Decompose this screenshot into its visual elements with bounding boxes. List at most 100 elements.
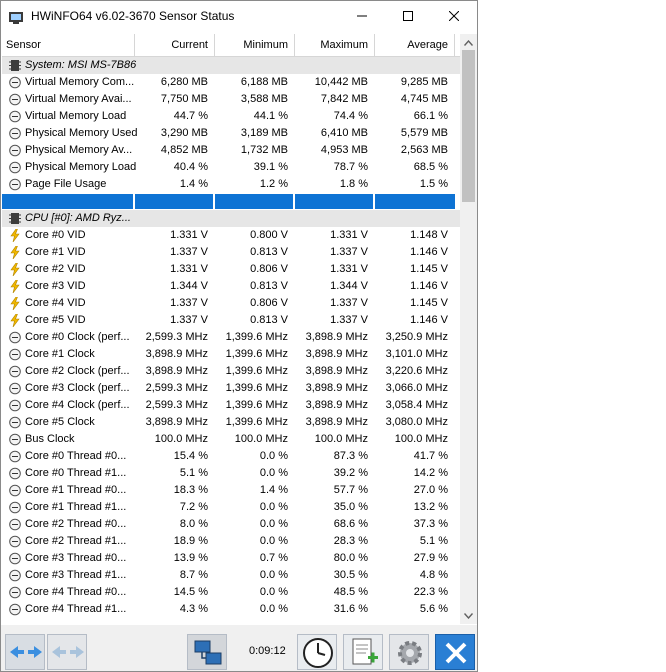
vertical-scrollbar[interactable]: [460, 34, 477, 624]
network-button[interactable]: [187, 634, 227, 670]
maximum-value: 10,442 MB: [314, 76, 368, 88]
memory-gauge-icon: [9, 76, 21, 89]
scroll-down-icon[interactable]: [464, 613, 473, 619]
maximum-value: 6,410 MB: [320, 127, 368, 139]
sensor-row[interactable]: Core #4 Clock (perf... 2,599.3 MHz 1,399.6…: [2, 397, 460, 414]
sensor-row[interactable]: Bus Clock 100.0 MHz 100.0 MHz 100.0 MHz 100.…: [2, 431, 460, 448]
sensor-list[interactable]: System: MSI MS-7B86 Virtual Memory Com...…: [2, 57, 460, 623]
scroll-up-icon[interactable]: [464, 40, 473, 46]
sensor-row[interactable]: Core #0 Thread #1... 5.1 % 0.0 % 39.2 % 14.2…: [2, 465, 460, 482]
settings-button[interactable]: [389, 634, 429, 670]
sensor-row[interactable]: Core #4 Thread #1... 4.3 % 0.0 % 31.6 % 5.6 …: [2, 601, 460, 618]
gauge-icon: [9, 433, 21, 446]
selected-row[interactable]: [2, 193, 460, 210]
sensor-row[interactable]: Core #3 Thread #0... 13.9 % 0.7 % 80.0 % 27.…: [2, 550, 460, 567]
maximum-value: 68.6 %: [333, 518, 368, 530]
sensor-name: Core #1 Clock: [25, 348, 95, 360]
column-header-maximum[interactable]: Maximum: [295, 34, 375, 56]
memory-gauge-icon: [9, 144, 21, 157]
sensor-row[interactable]: Virtual Memory Load 44.7 % 44.1 % 74.4 % 66.…: [2, 108, 460, 125]
minimum-value: 1,399.6 MHz: [225, 331, 288, 343]
minimum-value: 6,188 MB: [240, 76, 288, 88]
maximum-value: 1.337 V: [330, 297, 368, 309]
maximum-value: 74.4 %: [333, 110, 368, 122]
logging-button[interactable]: [343, 634, 383, 670]
sensor-row[interactable]: Physical Memory Load 40.4 % 39.1 % 78.7 % 68…: [2, 159, 460, 176]
average-value: 22.3 %: [413, 586, 448, 598]
close-button[interactable]: [431, 1, 477, 32]
sensor-row[interactable]: Core #2 Thread #1... 18.9 % 0.0 % 28.3 % 5.1…: [2, 533, 460, 550]
prev-next-button[interactable]: [5, 634, 45, 670]
minimum-value: 0.0 %: [259, 586, 288, 598]
average-value: 3,220.6 MHz: [385, 365, 448, 377]
sensor-name: Core #3 VID: [25, 280, 86, 292]
minimum-value: 0.0 %: [259, 501, 288, 513]
maximum-value: 3,898.9 MHz: [305, 348, 368, 360]
sensor-row[interactable]: Core #4 Thread #0... 14.5 % 0.0 % 48.5 % 22.…: [2, 584, 460, 601]
column-header: Sensor Current Minimum Maximum Average: [2, 34, 460, 57]
sensor-name: Core #4 Thread #0...: [25, 586, 127, 598]
sensor-row[interactable]: Core #3 Thread #1... 8.7 % 0.0 % 30.5 % 4.8 …: [2, 567, 460, 584]
sensor-row[interactable]: Core #0 VID 1.331 V 0.800 V 1.331 V 1.148 V: [2, 227, 460, 244]
sensor-row[interactable]: Core #1 Thread #1... 7.2 % 0.0 % 35.0 % 13.2…: [2, 499, 460, 516]
sensor-row[interactable]: Physical Memory Used 3,290 MB 3,189 MB 6,41…: [2, 125, 460, 142]
current-value: 2,599.3 MHz: [145, 399, 208, 411]
chip-icon: [9, 60, 21, 71]
sensor-name: Physical Memory Used: [25, 127, 138, 139]
average-value: 13.2 %: [413, 501, 448, 513]
minimum-value: 0.0 %: [259, 535, 288, 547]
current-value: 1.337 V: [170, 246, 208, 258]
close-sensors-button[interactable]: [435, 634, 475, 670]
double-arrow-icon: [10, 646, 42, 658]
current-value: 3,898.9 MHz: [145, 416, 208, 428]
gauge-icon: [9, 348, 21, 361]
move-disabled-button[interactable]: [47, 634, 87, 670]
sensor-row[interactable]: Page File Usage 1.4 % 1.2 % 1.8 % 1.5 %: [2, 176, 460, 193]
sensor-row[interactable]: Core #0 Clock (perf... 2,599.3 MHz 1,399.6…: [2, 329, 460, 346]
sensor-row[interactable]: Core #2 Thread #0... 8.0 % 0.0 % 68.6 % 37.3…: [2, 516, 460, 533]
sensor-row[interactable]: Core #5 Clock 3,898.9 MHz 1,399.6 MHz 3,898…: [2, 414, 460, 431]
current-value: 18.9 %: [173, 535, 208, 547]
sensor-name: Core #2 Clock (perf...: [25, 365, 130, 377]
sensor-row[interactable]: Physical Memory Av... 4,852 MB 1,732 MB 4,9…: [2, 142, 460, 159]
sensor-row[interactable]: Virtual Memory Com... 6,280 MB 6,188 MB 10,…: [2, 74, 460, 91]
sensor-row[interactable]: Virtual Memory Avai... 7,750 MB 3,588 MB 7,…: [2, 91, 460, 108]
column-header-current[interactable]: Current: [135, 34, 215, 56]
average-value: 1.146 V: [410, 246, 448, 258]
sensor-row[interactable]: Core #2 Clock (perf... 3,898.9 MHz 1,399.6…: [2, 363, 460, 380]
sensor-name: Virtual Memory Load: [25, 110, 127, 122]
current-value: 8.7 %: [179, 569, 208, 581]
sensor-row[interactable]: Core #5 VID 1.337 V 0.813 V 1.337 V 1.146 V: [2, 312, 460, 329]
sensor-group-row[interactable]: CPU [#0]: AMD Ryz...: [2, 210, 460, 227]
sensor-row[interactable]: Core #0 Thread #0... 15.4 % 0.0 % 87.3 % 41.…: [2, 448, 460, 465]
sensor-row[interactable]: Core #2 VID 1.331 V 0.806 V 1.331 V 1.145 V: [2, 261, 460, 278]
sensor-row[interactable]: Core #3 VID 1.344 V 0.813 V 1.344 V 1.146 V: [2, 278, 460, 295]
gauge-icon: [9, 603, 21, 616]
gauge-icon: [9, 501, 21, 514]
sensor-row[interactable]: Core #3 Clock (perf... 2,599.3 MHz 1,399.6…: [2, 380, 460, 397]
minimize-button[interactable]: [339, 1, 385, 32]
maximum-value: 31.6 %: [333, 603, 368, 615]
maximize-button[interactable]: [385, 1, 431, 32]
sensor-name: Core #5 VID: [25, 314, 86, 326]
current-value: 3,898.9 MHz: [145, 348, 208, 360]
sensor-name: Core #2 VID: [25, 263, 86, 275]
sensor-row[interactable]: Core #4 VID 1.337 V 0.806 V 1.337 V 1.145 V: [2, 295, 460, 312]
sensor-row[interactable]: Core #1 Clock 3,898.9 MHz 1,399.6 MHz 3,898…: [2, 346, 460, 363]
sensor-row[interactable]: Core #1 Thread #0... 18.3 % 1.4 % 57.7 % 27.…: [2, 482, 460, 499]
title-bar: HWiNFO64 v6.02-3670 Sensor Status: [1, 1, 477, 32]
current-value: 18.3 %: [173, 484, 208, 496]
average-value: 41.7 %: [413, 450, 448, 462]
average-value: 3,058.4 MHz: [385, 399, 448, 411]
scrollbar-thumb[interactable]: [462, 50, 475, 202]
clock-button[interactable]: [297, 634, 337, 670]
sensor-name: Virtual Memory Com...: [25, 76, 135, 88]
column-header-sensor[interactable]: Sensor: [2, 34, 135, 56]
column-header-average[interactable]: Average: [375, 34, 455, 56]
average-value: 2,563 MB: [400, 144, 448, 156]
maximum-value: 1.331 V: [330, 229, 368, 241]
sensor-row[interactable]: Core #1 VID 1.337 V 0.813 V 1.337 V 1.146 V: [2, 244, 460, 261]
average-value: 1.145 V: [410, 297, 448, 309]
sensor-group-row[interactable]: System: MSI MS-7B86: [2, 57, 460, 74]
column-header-minimum[interactable]: Minimum: [215, 34, 295, 56]
